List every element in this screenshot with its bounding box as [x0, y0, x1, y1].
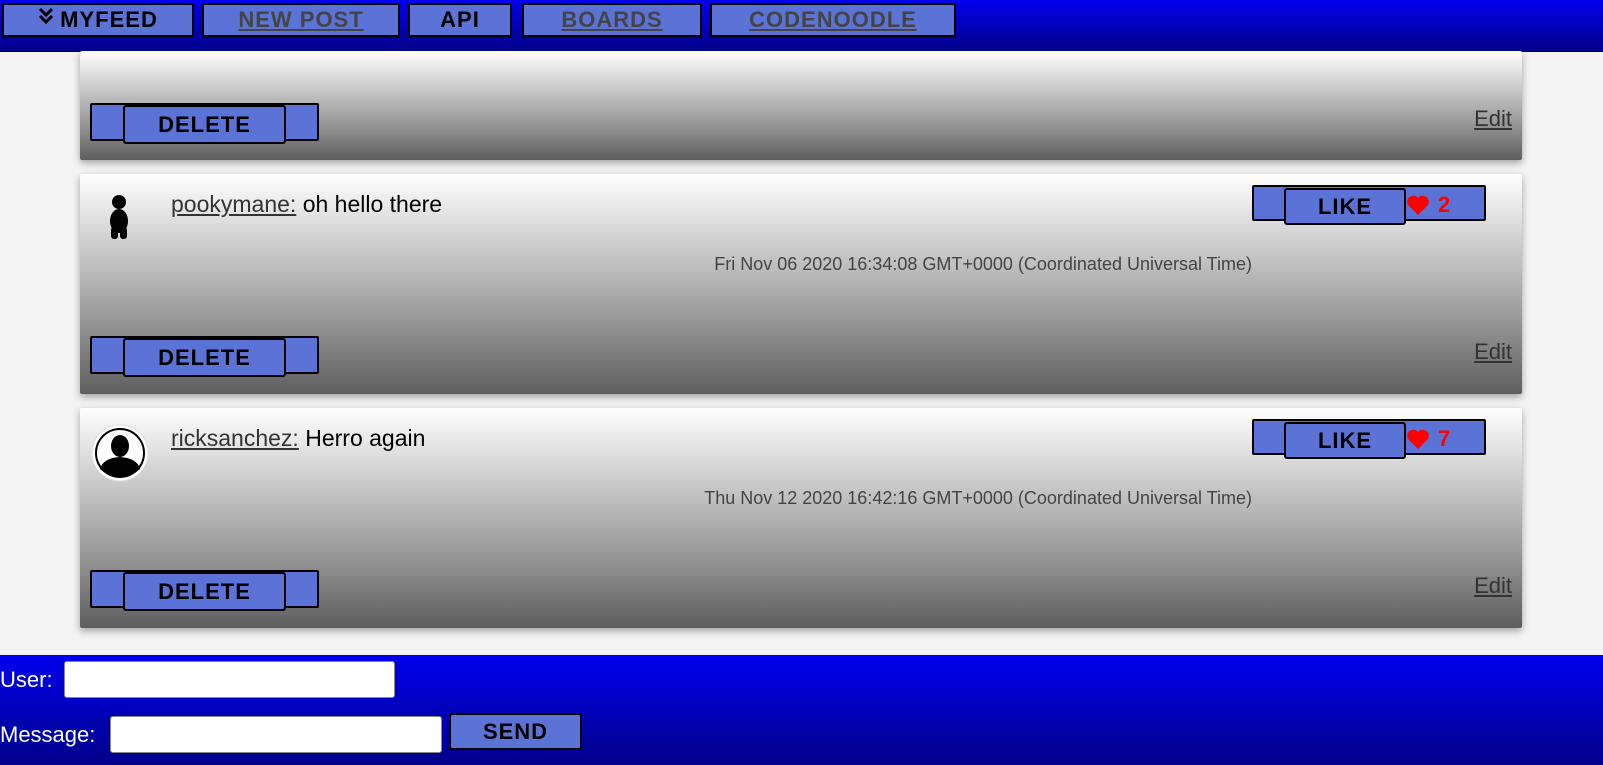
post-card: DELETE Edit [80, 51, 1522, 160]
like-count-value: 2 [1438, 192, 1451, 217]
codenoodle-link[interactable]: CODENOODLE [710, 3, 956, 37]
new-post-label: NEW POST [238, 7, 364, 32]
edit-link[interactable]: Edit [1474, 573, 1512, 599]
username-link[interactable]: pookymane: [171, 191, 296, 217]
post-card: ricksanchez: Herro again LIKE 7 Thu Nov … [80, 408, 1522, 628]
api-button[interactable]: API [408, 3, 512, 37]
post-author-line: ricksanchez: Herro again [171, 425, 425, 452]
delete-button-frame: DELETE [90, 570, 319, 611]
send-button[interactable]: SEND [449, 713, 582, 750]
post-message: Herro again [305, 425, 426, 451]
post-timestamp: Thu Nov 12 2020 16:42:16 GMT+0000 (Coord… [704, 488, 1252, 508]
user-silhouette-icon [91, 424, 149, 487]
delete-button[interactable]: DELETE [123, 572, 286, 611]
top-nav: MYFEED NEW POST API BOARDS CODENOODLE [0, 0, 1603, 52]
person-figure-icon [106, 194, 132, 245]
message-input[interactable] [110, 716, 442, 753]
delete-button-frame: DELETE [90, 103, 319, 144]
new-post-link[interactable]: NEW POST [202, 3, 400, 37]
post-card: pookymane: oh hello there LIKE 2 Fri Nov… [80, 174, 1522, 394]
heart-icon [1407, 429, 1429, 449]
post-timestamp: Fri Nov 06 2020 16:34:08 GMT+0000 (Coord… [714, 254, 1252, 274]
like-button-frame: LIKE 2 [1252, 185, 1486, 225]
message-label: Message: [0, 722, 96, 747]
api-label: API [440, 7, 480, 32]
post-message: oh hello there [302, 191, 443, 217]
like-count-value: 7 [1438, 426, 1451, 451]
like-count: 2 [1406, 191, 1450, 219]
heart-icon [1407, 195, 1429, 215]
username-link[interactable]: ricksanchez: [171, 425, 299, 451]
boards-label: BOARDS [561, 7, 663, 32]
post-author-line: pookymane: oh hello there [171, 191, 442, 218]
like-button[interactable]: LIKE [1284, 188, 1406, 225]
codenoodle-label: CODENOODLE [749, 7, 917, 32]
like-count: 7 [1406, 425, 1450, 453]
myfeed-label: MYFEED [60, 7, 158, 32]
like-button[interactable]: LIKE [1284, 422, 1406, 459]
user-input[interactable] [64, 661, 395, 698]
edit-link[interactable]: Edit [1474, 339, 1512, 365]
delete-button[interactable]: DELETE [123, 338, 286, 377]
edit-link[interactable]: Edit [1474, 106, 1512, 132]
like-button-frame: LIKE 7 [1252, 419, 1486, 459]
user-label: User: [0, 667, 53, 692]
delete-button-frame: DELETE [90, 336, 319, 377]
delete-button[interactable]: DELETE [123, 105, 286, 144]
myfeed-button[interactable]: MYFEED [2, 3, 194, 37]
message-form: User: Message: SEND [0, 655, 1603, 765]
boards-link[interactable]: BOARDS [522, 3, 702, 37]
double-chevron-down-icon [38, 7, 54, 31]
